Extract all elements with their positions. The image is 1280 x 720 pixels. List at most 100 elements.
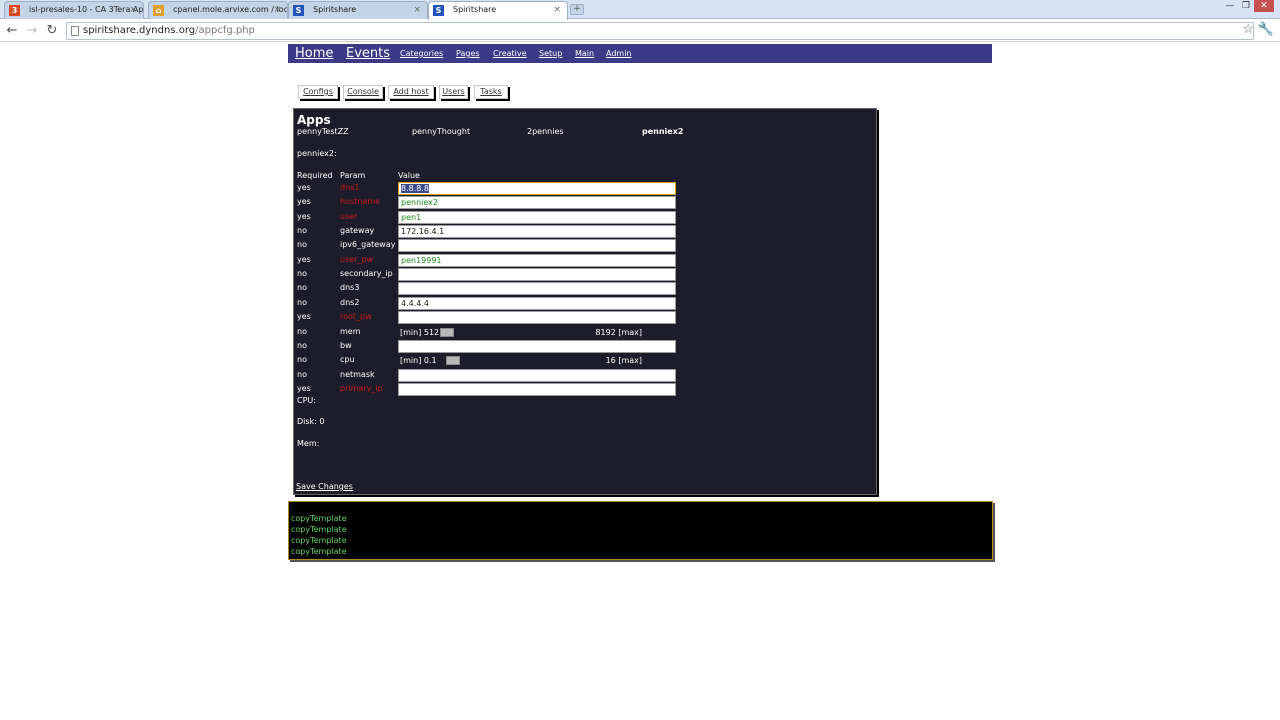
param-name: secondary_ip (340, 269, 393, 278)
tab-close-icon[interactable]: × (553, 5, 561, 15)
browser-tab[interactable]: S Spiritshare × (428, 1, 568, 20)
log-line: copyTemplate (291, 536, 347, 545)
tab-users[interactable]: Users (439, 85, 468, 99)
log-console: copyTemplate copyTemplate copyTemplate c… (288, 501, 993, 560)
cpu-slider: [min] 0.1 16 [max] (398, 355, 676, 367)
browser-tab[interactable]: S Spiritshare × (288, 1, 428, 19)
browser-tab[interactable]: 3 isl-presales-10 - CA 3Tera App × (4, 1, 144, 19)
mem-slider: [min] 512 8192 [max] (398, 327, 676, 339)
param-name: ipv6_gateway (340, 240, 396, 249)
param-required-flag: yes (297, 212, 311, 221)
panel-title: Apps (297, 113, 331, 127)
param-required-flag: no (297, 269, 307, 278)
dns3-input[interactable] (398, 282, 676, 295)
nav-creative-link[interactable]: Creative (493, 49, 527, 58)
app-tab-penniex2[interactable]: penniex2 (642, 127, 683, 136)
app-tab-2pennies[interactable]: 2pennies (527, 127, 564, 136)
nav-setup-link[interactable]: Setup (539, 49, 562, 58)
tab-tasks[interactable]: Tasks (474, 85, 508, 99)
param-name: user (340, 212, 358, 221)
app-tab-pennytestzz[interactable]: pennyTestZZ (297, 127, 349, 136)
param-required-flag: no (297, 327, 307, 336)
nav-admin-link[interactable]: Admin (606, 49, 632, 58)
param-required-flag: no (297, 355, 307, 364)
cpanel-favicon-icon: ⌂ (153, 5, 164, 16)
param-name: primary_ip (340, 384, 383, 393)
tab-configs[interactable]: Configs (298, 85, 338, 99)
param-required-flag: yes (297, 197, 311, 206)
param-required-flag: no (297, 240, 307, 249)
address-bar[interactable]: spiritshare.dyndns.org/appcfg.php (66, 22, 1254, 40)
nav-main-link[interactable]: Main (575, 49, 594, 58)
reload-icon[interactable]: ↻ (44, 23, 60, 39)
app-tab-pennythought[interactable]: pennyThought (412, 127, 470, 136)
dns2-input[interactable]: 4.4.4.4 (398, 297, 676, 310)
apps-config-panel: Apps pennyTestZZ pennyThought 2pennies p… (293, 108, 877, 495)
slider-max-label: 8192 [max] (595, 328, 642, 337)
slider-handle[interactable] (446, 356, 460, 365)
3tera-favicon-icon: 3 (9, 5, 20, 16)
param-name: root_pw (340, 312, 372, 321)
netmask-input[interactable] (398, 369, 676, 382)
page-icon (71, 26, 79, 36)
param-required-flag: yes (297, 183, 311, 192)
param-name: dns1 (340, 183, 360, 192)
hostname-input[interactable]: penniex2 (398, 196, 676, 209)
restore-icon[interactable]: ❐ (1238, 0, 1254, 12)
column-header-param: Param (340, 171, 366, 180)
param-name: user_pw (340, 255, 374, 264)
param-required-flag: no (297, 283, 307, 292)
new-tab-button[interactable]: + (570, 4, 584, 15)
secondary_ip-input[interactable] (398, 268, 676, 281)
input-value: penniex2 (401, 198, 438, 207)
param-required-flag: no (297, 341, 307, 350)
tab-add-host[interactable]: Add host (388, 85, 434, 99)
tab-close-icon[interactable]: × (413, 5, 421, 15)
dns1-input[interactable]: 8.8.8.8 (398, 182, 676, 195)
browser-tab-label: Spiritshare (313, 5, 357, 14)
nav-home-link[interactable]: Home (295, 46, 333, 61)
ipv6_gateway-input[interactable] (398, 239, 676, 252)
browser-tab[interactable]: ⌂ cpanel.mole.arvixe.com / local × (148, 1, 288, 19)
url-host: spiritshare.dyndns.org (83, 25, 196, 36)
column-header-value: Value (398, 171, 420, 180)
tab-console[interactable]: Console (343, 85, 383, 99)
back-arrow-icon[interactable]: ← (4, 23, 20, 39)
minimize-icon[interactable]: — (1222, 0, 1238, 12)
mem-summary: Mem: (297, 439, 320, 448)
primary_ip-input[interactable] (398, 383, 676, 396)
param-required-flag: no (297, 298, 307, 307)
log-line: copyTemplate (291, 525, 347, 534)
param-required-flag: yes (297, 312, 311, 321)
disk-summary: Disk: 0 (297, 417, 325, 426)
input-value: 4.4.4.4 (401, 299, 429, 308)
tab-close-icon[interactable]: × (273, 5, 281, 15)
param-name: cpu (340, 355, 355, 364)
root_pw-input[interactable] (398, 311, 676, 324)
input-value: 172.16.4.1 (401, 227, 445, 236)
gateway-input[interactable]: 172.16.4.1 (398, 225, 676, 238)
nav-events-link[interactable]: Events (346, 46, 390, 61)
forward-arrow-icon[interactable]: → (24, 23, 40, 39)
param-name: netmask (340, 370, 375, 379)
param-required-flag: no (297, 226, 307, 235)
input-value: 8.8.8.8 (401, 184, 429, 193)
user-input[interactable]: pen1 (398, 211, 676, 224)
bw-input[interactable] (398, 340, 676, 353)
browser-tab-label: isl-presales-10 - CA 3Tera App (29, 5, 144, 14)
nav-pages-link[interactable]: Pages (456, 49, 480, 58)
user_pw-input[interactable]: pen19991 (398, 254, 676, 267)
bookmark-star-icon[interactable]: ☆ (1242, 22, 1254, 37)
selected-app-heading: penniex2: (297, 149, 337, 158)
param-name: gateway (340, 226, 375, 235)
browser-tab-label: Spiritshare (453, 5, 497, 14)
save-changes-link[interactable]: Save Changes (296, 482, 353, 491)
window-controls: — ❐ ✕ (1222, 0, 1274, 14)
tab-close-icon[interactable]: × (129, 5, 137, 15)
wrench-menu-icon[interactable]: 🔧 (1258, 22, 1274, 37)
param-required-flag: no (297, 370, 307, 379)
slider-handle[interactable] (440, 328, 454, 337)
nav-categories-link[interactable]: Categories (400, 49, 443, 58)
cpu-summary: CPU: (297, 396, 316, 405)
close-window-icon[interactable]: ✕ (1254, 0, 1274, 12)
